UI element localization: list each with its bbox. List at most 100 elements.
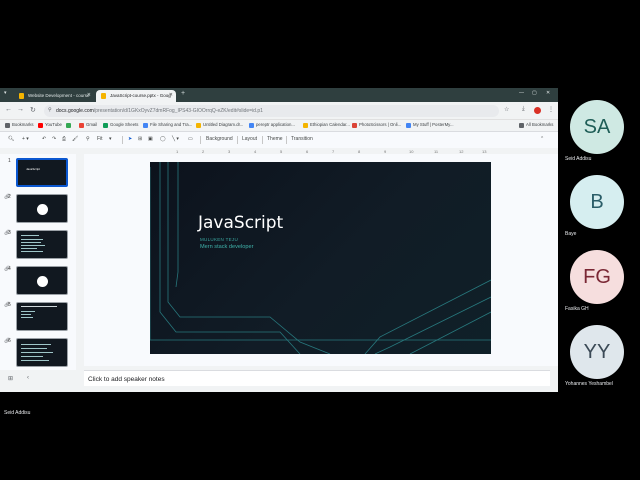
bookmarks-bar: Bookmarks YouTube Gmail Google Sheets Fi… [0,120,558,132]
youtube-icon [38,123,43,128]
undo-icon[interactable]: ↶ [42,136,46,142]
main-slide[interactable]: JavaScript MULUKEN TEJU Mern stack devel… [150,162,491,354]
image-icon[interactable]: ▣ [148,136,153,142]
diagram-icon [196,123,201,128]
bookmark-label: File Sharing and Tra... [150,122,193,127]
slide-number: 2 [8,194,11,200]
bookmark-item[interactable]: PhotoScissors | Onli... [352,122,401,128]
tab-search-icon[interactable]: ▾ [4,90,7,96]
chevron-down-icon[interactable]: ▾ [109,136,112,142]
text-line [21,248,37,249]
zoom-select[interactable]: Fit [97,136,103,142]
participant-avatar[interactable]: B [570,175,624,229]
background-button[interactable]: Background [206,136,233,142]
tab-website-development[interactable]: Website Development - course ✕ [14,90,94,102]
bookmark-label: YouTube [45,122,62,127]
comment-icon[interactable]: ▭ [188,136,193,142]
transition-button[interactable]: Transition [291,136,313,142]
slide-thumbnail-4[interactable] [16,266,68,295]
bookmark-label: Google Sheets [110,122,139,127]
browser-tab-strip: ▾ Website Development - course ✕ JavaScr… [0,88,558,102]
file-sharing-icon [143,123,148,128]
lock-icon: ⚲ [48,107,52,113]
slide-thumbnail-3[interactable] [16,230,68,259]
bookmarks-icon [5,123,10,128]
shape-icon[interactable]: ◯ [160,136,166,142]
new-tab-button[interactable]: + [181,90,185,97]
star-icon[interactable]: ☆ [504,106,509,113]
profile-avatar[interactable] [534,107,541,114]
bookmark-item[interactable]: File Sharing and Tra... [143,122,193,128]
postermy-icon [406,123,411,128]
reload-icon[interactable]: ↻ [30,106,36,114]
slide-number: 4 [8,266,11,272]
folder-icon [519,123,524,128]
slide-decoration-lines [150,162,491,354]
slide-author: MULUKEN TEJU [200,237,239,242]
bookmark-item[interactable]: Bookmarks [5,122,34,128]
bookmark-item[interactable]: My Stuff | PosterMy... [406,122,454,128]
speaker-notes-input[interactable]: Click to add speaker notes [84,370,550,386]
close-icon[interactable]: ✕ [169,92,173,98]
slide-thumbnail-6[interactable] [16,338,68,367]
slide-thumbnail-1[interactable]: JavaScript [16,158,68,187]
grid-view-icon[interactable]: ⊞ [8,375,13,382]
text-line [21,245,45,246]
text-line [21,251,43,252]
url-input[interactable]: ⚲ docs.google.com/presentation/d/1GKxOyv… [44,105,499,117]
bookmark-item[interactable]: Gmail [79,122,98,128]
menu-icon[interactable]: ⋮ [548,106,554,113]
slide-number: 1 [8,158,11,164]
participant-name: Baye [565,231,577,237]
print-icon[interactable]: ⎙ [62,136,66,142]
textbox-icon[interactable]: ⊞ [138,136,142,142]
maximize-icon[interactable]: ▢ [532,90,537,96]
zoom-icon[interactable]: ⚲ [86,136,90,142]
participant-avatar[interactable]: SA [570,100,624,154]
redo-icon[interactable]: ↷ [52,136,56,142]
toolbar-divider [262,136,263,144]
minimize-icon[interactable]: — [519,90,524,96]
paint-format-icon[interactable]: 🖌︎ [72,136,78,142]
docs-icon [19,93,24,99]
slide-role: Mern stack developer [200,244,254,250]
all-bookmarks-button[interactable]: All Bookmarks [519,122,553,128]
logo-circle [37,204,48,215]
participant-name: Seid Addisu [565,156,592,162]
download-icon[interactable]: ⤓ [522,106,525,113]
back-icon[interactable]: ← [5,106,12,113]
close-window-icon[interactable]: ✕ [546,90,550,96]
text-line [21,311,35,312]
text-line [21,235,39,236]
text-line [21,239,43,240]
participant-avatar[interactable]: YY [570,325,624,379]
bookmark-label: My Stuff | PosterMy... [413,122,454,127]
tab-javascript-course[interactable]: JavaScript-course.pptx - Goog ✕ [96,90,176,102]
theme-button[interactable]: Theme [267,136,283,142]
bookmark-label: Ethiopian Calendar... [310,122,350,127]
collapse-filmstrip-icon[interactable]: ‹ [27,375,29,381]
line-icon[interactable]: ╲ ▾ [172,136,179,142]
slide-thumbnail-5[interactable] [16,302,68,331]
bookmark-item[interactable]: Ethiopian Calendar... [303,122,350,128]
close-icon[interactable]: ✕ [87,92,91,98]
bookmark-label: Gmail [86,122,98,127]
slide-number: 5 [8,302,11,308]
tab-title: JavaScript-course.pptx - Goog [110,93,171,98]
bookmark-label: Untitled Diagram.dr... [203,122,244,127]
bookmark-item[interactable]: pereptr application... [249,122,295,128]
slide-thumbnail-2[interactable] [16,194,68,223]
toolbar-divider [237,136,238,144]
search-menus-icon[interactable]: 🔍︎ [8,136,14,142]
bookmark-label: Bookmarks [12,122,34,127]
layout-button[interactable]: Layout [242,136,257,142]
select-cursor-icon[interactable]: ➤ [128,136,132,142]
bookmark-item[interactable]: YouTube [38,122,62,128]
forward-icon[interactable]: → [17,106,24,113]
participant-avatar[interactable]: FG [570,250,624,304]
bookmark-item[interactable]: Untitled Diagram.dr... [196,122,244,128]
collapse-toolbar-icon[interactable]: ⌃ [540,136,544,142]
bookmark-item[interactable]: Google Sheets [103,122,139,128]
new-slide-button[interactable]: + ▾ [22,136,29,142]
text-line [21,314,31,315]
